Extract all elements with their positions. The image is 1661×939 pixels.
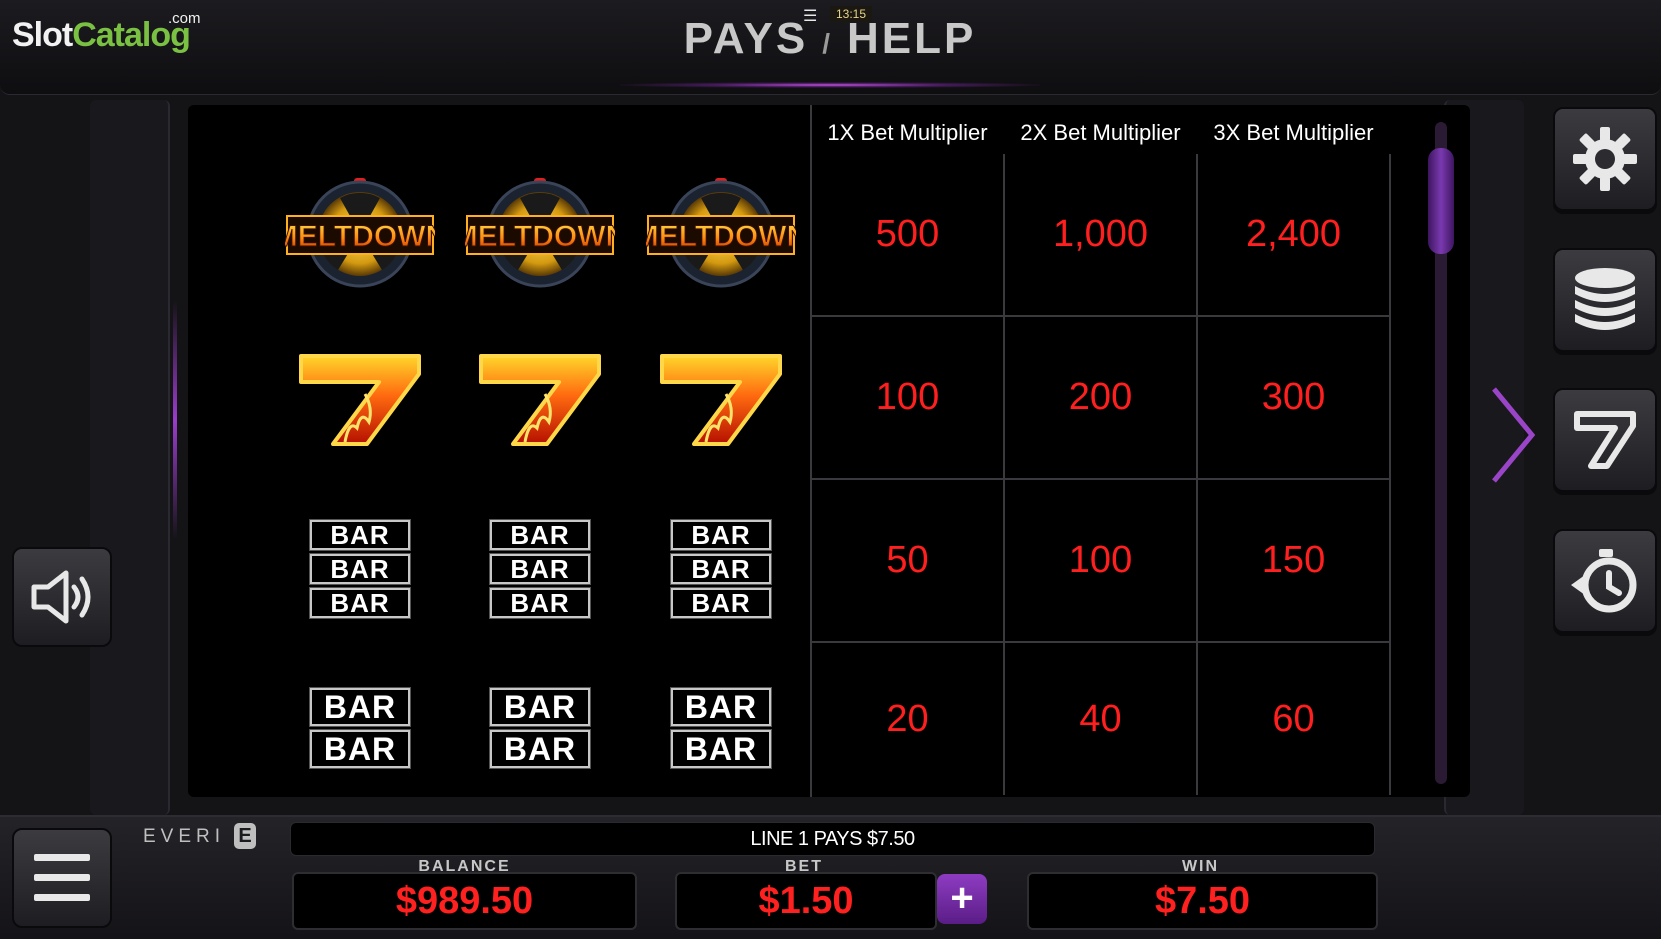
svg-text:MELTDOWN: MELTDOWN: [465, 220, 615, 253]
seven-symbol: [475, 350, 605, 455]
bar-label: BAR: [670, 687, 772, 727]
bar-label: BAR: [489, 587, 591, 619]
bar-label: BAR: [309, 587, 411, 619]
autoplay-button[interactable]: [1553, 529, 1657, 633]
pay-cell: 50: [812, 480, 1005, 643]
seven-icon: [660, 354, 782, 446]
bar-label: BAR: [489, 729, 591, 769]
meltdown-icon: MELTDOWN: [272, 178, 448, 288]
triple-bar-symbol: BAR BAR BAR: [661, 519, 781, 619]
triple-bar-symbol: BAR BAR BAR: [480, 519, 600, 619]
settings-button[interactable]: [1553, 107, 1657, 211]
bet-increase-button[interactable]: +: [937, 874, 987, 924]
everi-logo: EVERI: [143, 826, 226, 847]
win-message: LINE 1 PAYS $7.50: [290, 822, 1375, 856]
meltdown-symbol: MELTDOWN: [452, 176, 628, 293]
meltdown-icon: MELTDOWN: [633, 178, 809, 288]
seven-icon: [299, 354, 421, 446]
double-bar-symbol: BAR BAR: [661, 687, 781, 769]
pay-cell: 150: [1198, 480, 1391, 643]
scrollbar-thumb[interactable]: [1428, 148, 1454, 254]
logo-suffix: .com: [168, 10, 201, 27]
pay-cell: 2,400: [1198, 154, 1391, 317]
autoplay-icon: [1571, 549, 1637, 613]
seven-icon: [479, 354, 601, 446]
pay-cell: 60: [1198, 643, 1391, 795]
pay-cell: 100: [812, 317, 1005, 480]
bar-label: BAR: [309, 553, 411, 585]
left-rail-glow: [173, 300, 177, 540]
page-title: PAYS / HELP: [640, 14, 1020, 64]
pay-cell: 40: [1005, 643, 1198, 795]
menu-icon: [34, 854, 90, 901]
left-rail: [90, 100, 170, 815]
svg-text:MELTDOWN: MELTDOWN: [646, 220, 796, 253]
pay-cell: 500: [812, 154, 1005, 317]
column-header-1x: 1X Bet Multiplier: [827, 120, 988, 145]
coins-icon: [1575, 268, 1635, 330]
column-header-3x: 3X Bet Multiplier: [1213, 120, 1374, 145]
pay-cell: 100: [1005, 480, 1198, 643]
double-bar-symbol: BAR BAR: [480, 687, 600, 769]
speaker-icon: [31, 570, 91, 624]
bar-label: BAR: [309, 729, 411, 769]
pay-cell: 300: [1198, 317, 1391, 480]
bar-label: BAR: [489, 687, 591, 727]
pay-cell: 200: [1005, 317, 1198, 480]
header-glow: [620, 82, 1040, 88]
bar-label: BAR: [670, 553, 772, 585]
seven-icon: [1574, 411, 1636, 469]
bet-coins-button[interactable]: [1553, 248, 1657, 352]
main-menu-button[interactable]: [12, 828, 112, 928]
column-header-2x: 2X Bet Multiplier: [1020, 120, 1181, 145]
seven-symbol: [656, 350, 786, 455]
bet-value: $1.50: [675, 872, 937, 930]
meltdown-symbol: MELTDOWN: [272, 176, 448, 293]
balance-value: $989.50: [292, 872, 637, 930]
title-separator: /: [822, 28, 833, 59]
bar-label: BAR: [670, 519, 772, 551]
bar-label: BAR: [489, 519, 591, 551]
meltdown-symbol: MELTDOWN: [633, 176, 809, 293]
bar-label: BAR: [309, 687, 411, 727]
paytable-button[interactable]: [1553, 388, 1657, 492]
tab-help[interactable]: HELP: [847, 14, 976, 63]
everi-mark: E: [234, 823, 256, 849]
bar-label: BAR: [309, 519, 411, 551]
slotcatalog-logo: SlotCatalog: [12, 16, 191, 54]
pay-cell: 1,000: [1005, 154, 1198, 317]
bar-label: BAR: [489, 553, 591, 585]
gear-icon: [1573, 127, 1637, 191]
double-bar-symbol: BAR BAR: [300, 687, 420, 769]
svg-text:MELTDOWN: MELTDOWN: [285, 220, 435, 253]
seven-symbol: [295, 350, 425, 455]
pay-cell: 20: [812, 643, 1005, 795]
meltdown-icon: MELTDOWN: [452, 178, 628, 288]
bar-label: BAR: [670, 729, 772, 769]
win-value: $7.50: [1027, 872, 1378, 930]
bar-label: BAR: [670, 587, 772, 619]
tab-pays[interactable]: PAYS: [684, 14, 809, 63]
triple-bar-symbol: BAR BAR BAR: [300, 519, 420, 619]
sound-toggle-button[interactable]: [12, 547, 112, 647]
chevron-right-icon: [1488, 385, 1538, 490]
